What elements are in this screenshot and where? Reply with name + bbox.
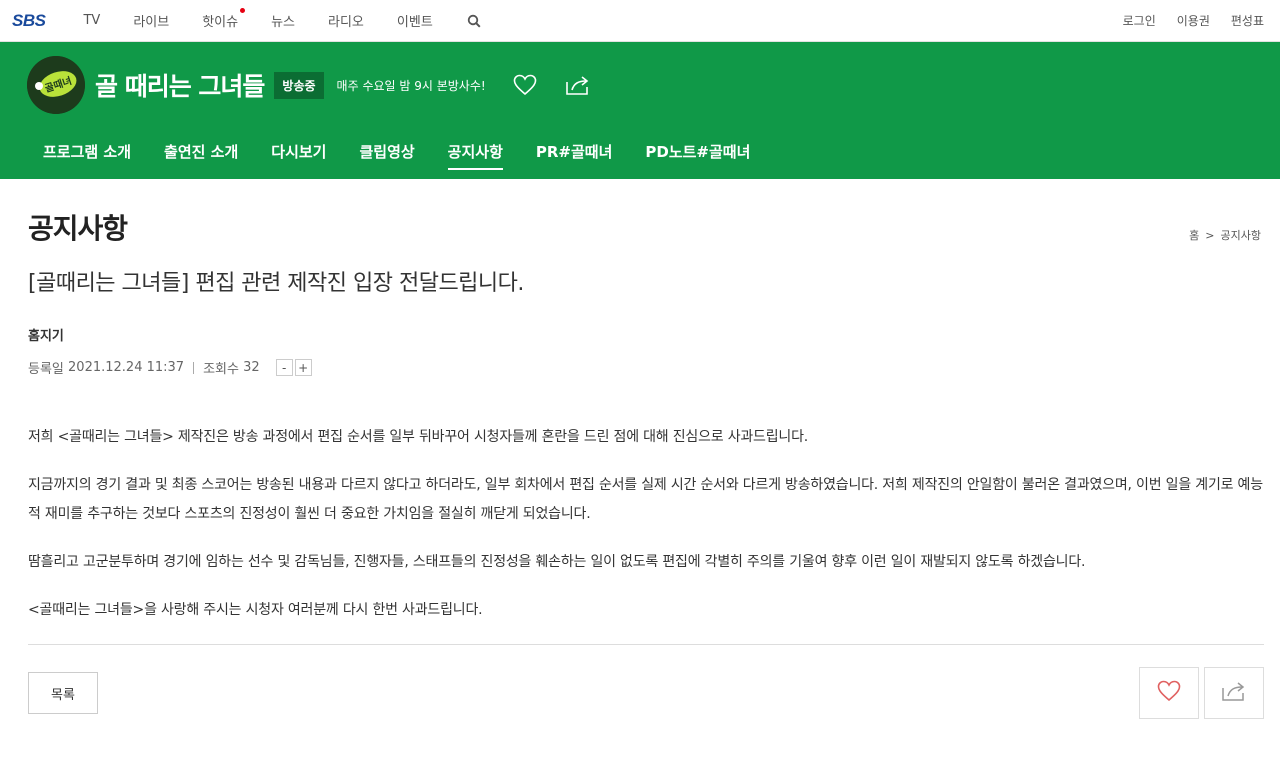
page-title: 공지사항 bbox=[28, 212, 128, 245]
share-icon bbox=[1221, 680, 1247, 706]
menu-pd-note[interactable]: PD노트#골때녀 bbox=[645, 141, 750, 166]
gnb-item-label: TV bbox=[83, 13, 101, 28]
menu-notice[interactable]: 공지사항 bbox=[447, 141, 504, 170]
program-menu: 프로그램 소개 출연진 소개 다시보기 클립영상 공지사항 PR#골때녀 PD노… bbox=[0, 128, 1280, 179]
notice-author: 홈지기 bbox=[28, 329, 64, 344]
global-topbar: SBS TV 라이브 핫이슈 뉴스 라디오 이벤트 로그인 이용권 편성표 bbox=[0, 0, 1280, 42]
gnb-item-news[interactable]: 뉴스 bbox=[271, 11, 295, 30]
gnb-item-tv[interactable]: TV bbox=[83, 13, 100, 28]
heart-icon bbox=[1157, 680, 1181, 706]
content-divider bbox=[28, 644, 1264, 645]
views-count: 32 bbox=[243, 360, 260, 375]
main-content: 공지사항 홈 > 공지사항 [골때리는 그녀들] 편집 관련 제작진 입장 전달드립… bbox=[0, 207, 1280, 719]
menu-cast-intro[interactable]: 출연진 소개 bbox=[164, 141, 238, 166]
topbar-left: SBS TV 라이브 핫이슈 뉴스 라디오 이벤트 bbox=[12, 8, 482, 31]
onair-badge: 방송중 bbox=[274, 71, 324, 99]
font-size-controls: - + bbox=[275, 359, 312, 376]
breadcrumb-current[interactable]: 공지사항 bbox=[1221, 229, 1261, 242]
gnb-item-event[interactable]: 이벤트 bbox=[397, 11, 433, 30]
notice-date: 2021.12.24 11:37 bbox=[68, 360, 185, 375]
pass-link[interactable]: 이용권 bbox=[1177, 12, 1210, 29]
notice-meta: 등록일 2021.12.24 11:37 조회수 32 - + bbox=[28, 358, 1264, 377]
gnb-item-live[interactable]: 라이브 bbox=[133, 11, 169, 30]
program-title[interactable]: 골 때리는 그녀들 bbox=[95, 67, 265, 103]
page-head: 공지사항 홈 > 공지사항 bbox=[28, 207, 1264, 247]
bottom-actions: 목록 bbox=[28, 667, 1264, 719]
notice-paragraph: 저희 <골때리는 그녀들> 제작진은 방송 과정에서 편집 순서를 일부 뒤바꾸… bbox=[28, 429, 809, 445]
meta-divider bbox=[193, 361, 195, 374]
program-logo[interactable]: 골때녀 bbox=[27, 56, 85, 114]
sbs-logo[interactable]: SBS bbox=[12, 11, 46, 31]
date-label: 등록일 bbox=[28, 362, 64, 377]
notice-paragraph: <골때리는 그녀들>을 사랑해 주시는 시청자 여러분께 다시 한번 사과드립니… bbox=[28, 602, 483, 618]
util-links: 로그인 이용권 편성표 bbox=[1102, 12, 1264, 29]
share-icon[interactable] bbox=[565, 72, 591, 98]
breadcrumb: 홈 > 공지사항 bbox=[1186, 227, 1264, 243]
new-dot-indicator bbox=[240, 8, 246, 13]
gnb-item-label: 라디오 bbox=[328, 15, 364, 30]
menu-program-intro[interactable]: 프로그램 소개 bbox=[43, 141, 131, 166]
notice-paragraph: 지금까지의 경기 결과 및 최종 스코어는 방송된 내용과 다르지 않다고 하더… bbox=[28, 477, 1263, 522]
gnb-item-label: 핫이슈 bbox=[202, 15, 239, 30]
breadcrumb-separator: > bbox=[1205, 229, 1215, 242]
heart-icon[interactable] bbox=[512, 72, 538, 98]
views-label: 조회수 bbox=[203, 362, 239, 377]
gnb-item-hot-issue[interactable]: 핫이슈 bbox=[202, 8, 246, 30]
menu-clips[interactable]: 클립영상 bbox=[359, 141, 414, 166]
gnb-item-label: 라이브 bbox=[133, 15, 170, 30]
search-icon[interactable] bbox=[466, 13, 482, 29]
gnb-item-radio[interactable]: 라디오 bbox=[328, 11, 364, 30]
notice-body: 저희 <골때리는 그녀들> 제작진은 방송 과정에서 편집 순서를 일부 뒤바꾸… bbox=[28, 423, 1264, 625]
gnb-item-label: 이벤트 bbox=[396, 15, 433, 30]
login-link[interactable]: 로그인 bbox=[1123, 12, 1156, 29]
global-nav: TV 라이브 핫이슈 뉴스 라디오 이벤트 bbox=[83, 8, 482, 30]
gnb-item-label: 뉴스 bbox=[271, 15, 296, 30]
menu-pr[interactable]: PR#골때녀 bbox=[536, 141, 613, 166]
font-decrease-button[interactable]: - bbox=[275, 359, 293, 376]
post-action-buttons bbox=[1134, 667, 1264, 719]
menu-replay[interactable]: 다시보기 bbox=[271, 141, 326, 166]
share-button[interactable] bbox=[1204, 667, 1264, 719]
schedule-text: 매주 수요일 밤 9시 본방사수! bbox=[336, 78, 486, 93]
program-header-top: 골때녀 골 때리는 그녀들 방송중 매주 수요일 밤 9시 본방사수! bbox=[0, 42, 1280, 128]
notice-title: [골때리는 그녀들] 편집 관련 제작진 입장 전달드립니다. bbox=[28, 271, 524, 296]
schedule-link[interactable]: 편성표 bbox=[1231, 12, 1264, 29]
like-button[interactable] bbox=[1139, 667, 1199, 719]
breadcrumb-home[interactable]: 홈 bbox=[1189, 229, 1199, 242]
list-button[interactable]: 목록 bbox=[28, 672, 98, 714]
notice-paragraph: 땀흘리고 고군분투하며 경기에 임하는 선수 및 감독님들, 진행자들, 스태프… bbox=[28, 554, 1086, 570]
program-header: 골때녀 골 때리는 그녀들 방송중 매주 수요일 밤 9시 본방사수! 프로그램… bbox=[0, 42, 1280, 179]
font-increase-button[interactable]: + bbox=[294, 359, 312, 376]
